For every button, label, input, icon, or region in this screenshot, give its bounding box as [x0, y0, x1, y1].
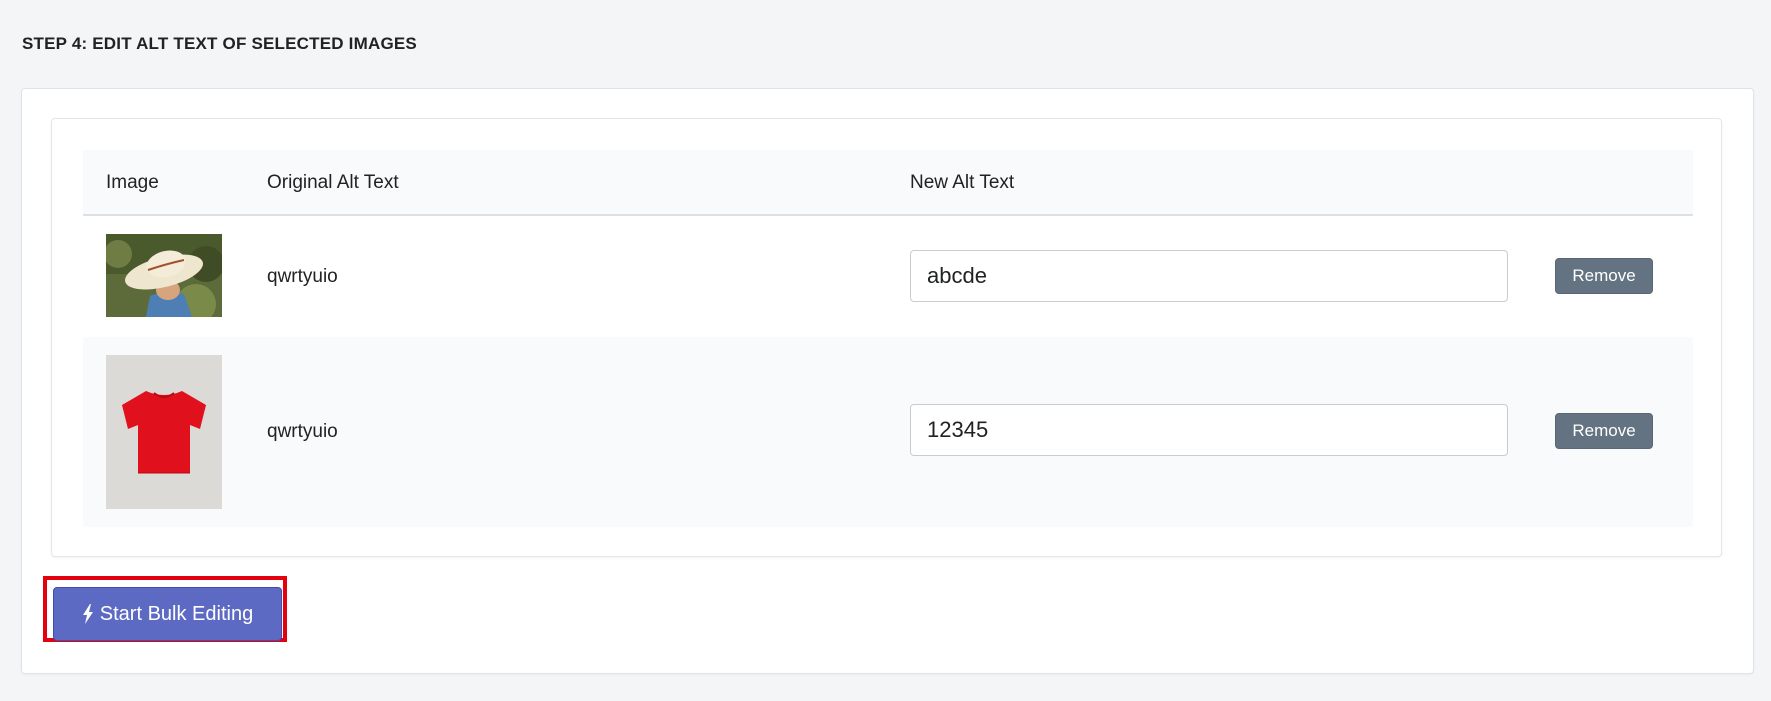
table-header: Image Original Alt Text New Alt Text — [83, 150, 1693, 216]
original-alt-text: qwrtyuio — [267, 421, 338, 442]
new-alt-text-input[interactable] — [910, 250, 1508, 302]
start-bulk-editing-label: Start Bulk Editing — [99, 602, 254, 625]
step-heading: STEP 4: EDIT ALT TEXT OF SELECTED IMAGES — [22, 34, 417, 53]
table-row: qwrtyuio Remove — [83, 337, 1693, 527]
lightning-bolt-icon — [82, 604, 94, 624]
new-alt-text-input[interactable] — [910, 404, 1508, 456]
step-card: Image Original Alt Text New Alt Text qwr… — [21, 88, 1754, 674]
original-alt-text: qwrtyuio — [267, 266, 338, 287]
red-tshirt-image — [106, 355, 222, 509]
column-header-image: Image — [106, 172, 159, 193]
images-table-card: Image Original Alt Text New Alt Text qwr… — [51, 118, 1722, 557]
remove-button[interactable]: Remove — [1555, 258, 1653, 294]
column-header-original-alt-text: Original Alt Text — [267, 172, 399, 193]
column-header-new-alt-text: New Alt Text — [910, 172, 1015, 193]
start-bulk-editing-button[interactable]: Start Bulk Editing — [53, 587, 282, 641]
table-row: qwrtyuio Remove — [83, 216, 1693, 337]
remove-button[interactable]: Remove — [1555, 413, 1653, 449]
cowboy-hat-image — [106, 234, 222, 317]
images-table: Image Original Alt Text New Alt Text qwr… — [83, 150, 1693, 527]
